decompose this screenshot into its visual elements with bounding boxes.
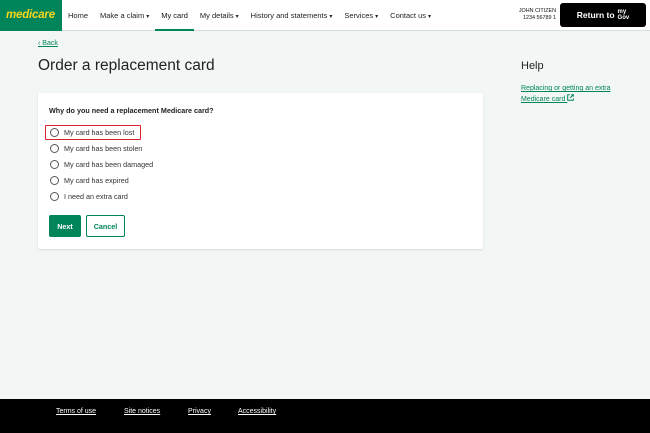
nav-my-details-label: My details [199,11,234,20]
option-expired-label: My card has expired [64,176,129,185]
nav-my-card-label: My card [161,11,188,20]
radio-button[interactable] [50,176,59,185]
nav-services[interactable]: Services ▾ [338,0,384,31]
nav-services-label: Services [344,11,374,20]
nav-home-label: Home [68,11,89,20]
main-nav: Home Make a claim ▾ My card My details ▾ H… [62,0,437,31]
chevron-down-icon: ▾ [235,14,239,20]
return-to-mygov-button[interactable]: Return to my Gov [560,3,646,27]
user-name: JOHN CITIZEN [518,8,556,14]
option-expired[interactable]: My card has expired [50,174,129,187]
chevron-down-icon: ▾ [146,14,150,20]
chevron-down-icon: ▾ [428,14,432,20]
nav-history-and-statements[interactable]: History and statements ▾ [245,0,339,31]
nav-make-a-claim[interactable]: Make a claim ▾ [94,0,155,31]
option-extra-card-label: I need an extra card [64,192,128,201]
radio-button[interactable] [50,160,59,169]
option-damaged[interactable]: My card has been damaged [50,158,153,171]
radio-button[interactable] [50,128,59,137]
nav-my-details[interactable]: My details ▾ [194,0,245,31]
chevron-down-icon: ▾ [329,14,333,20]
replacement-reason-card: Why do you need a replacement Medicare c… [38,93,483,249]
footer-link-terms[interactable]: Terms of use [56,408,96,415]
medicare-logo[interactable]: medicare [0,0,62,31]
next-button[interactable]: Next [49,215,81,237]
option-stolen[interactable]: My card has been stolen [50,142,142,155]
radio-button[interactable] [50,192,59,201]
option-extra-card[interactable]: I need an extra card [50,190,128,203]
nav-home[interactable]: Home [62,0,94,31]
site-footer: Terms of use Site notices Privacy Access… [0,399,650,433]
back-label: Back [42,40,58,47]
mygov-bottom: Gov [617,15,630,21]
user-info: JOHN CITIZEN 1234 56789 1 [506,8,556,22]
option-damaged-label: My card has been damaged [64,160,154,169]
back-link[interactable]: ‹ Back [38,40,58,47]
external-link-icon [567,94,575,105]
help-link-line2: Medicare card [521,96,566,103]
chevron-down-icon: ▾ [375,14,379,20]
nav-history-label: History and statements [250,11,328,20]
footer-link-accessibility[interactable]: Accessibility [238,408,276,415]
option-lost-label: My card has been lost [64,128,135,137]
question-label: Why do you need a replacement Medicare c… [49,106,214,115]
help-heading: Help [521,60,544,72]
footer-link-site-notices[interactable]: Site notices [124,408,160,415]
help-link-replacing-card[interactable]: Replacing or getting an extra Medicare c… [521,83,631,105]
option-stolen-label: My card has been stolen [64,144,143,153]
option-lost[interactable]: My card has been lost [50,126,134,139]
mygov-logo: my Gov [618,9,630,21]
return-label: Return to [576,10,615,20]
help-link-line1: Replacing or getting an extra [521,85,611,92]
cancel-button[interactable]: Cancel [86,215,125,237]
nav-my-card[interactable]: My card [155,0,194,31]
user-number: 1234 56789 1 [523,15,556,21]
nav-contact-us-label: Contact us [390,11,427,20]
nav-contact-us[interactable]: Contact us ▾ [384,0,437,31]
radio-button[interactable] [50,144,59,153]
site-header: medicare Home Make a claim ▾ My card My d… [0,0,650,31]
nav-make-a-claim-label: Make a claim [100,11,145,20]
page-title: Order a replacement card [38,57,215,74]
footer-link-privacy[interactable]: Privacy [188,408,211,415]
